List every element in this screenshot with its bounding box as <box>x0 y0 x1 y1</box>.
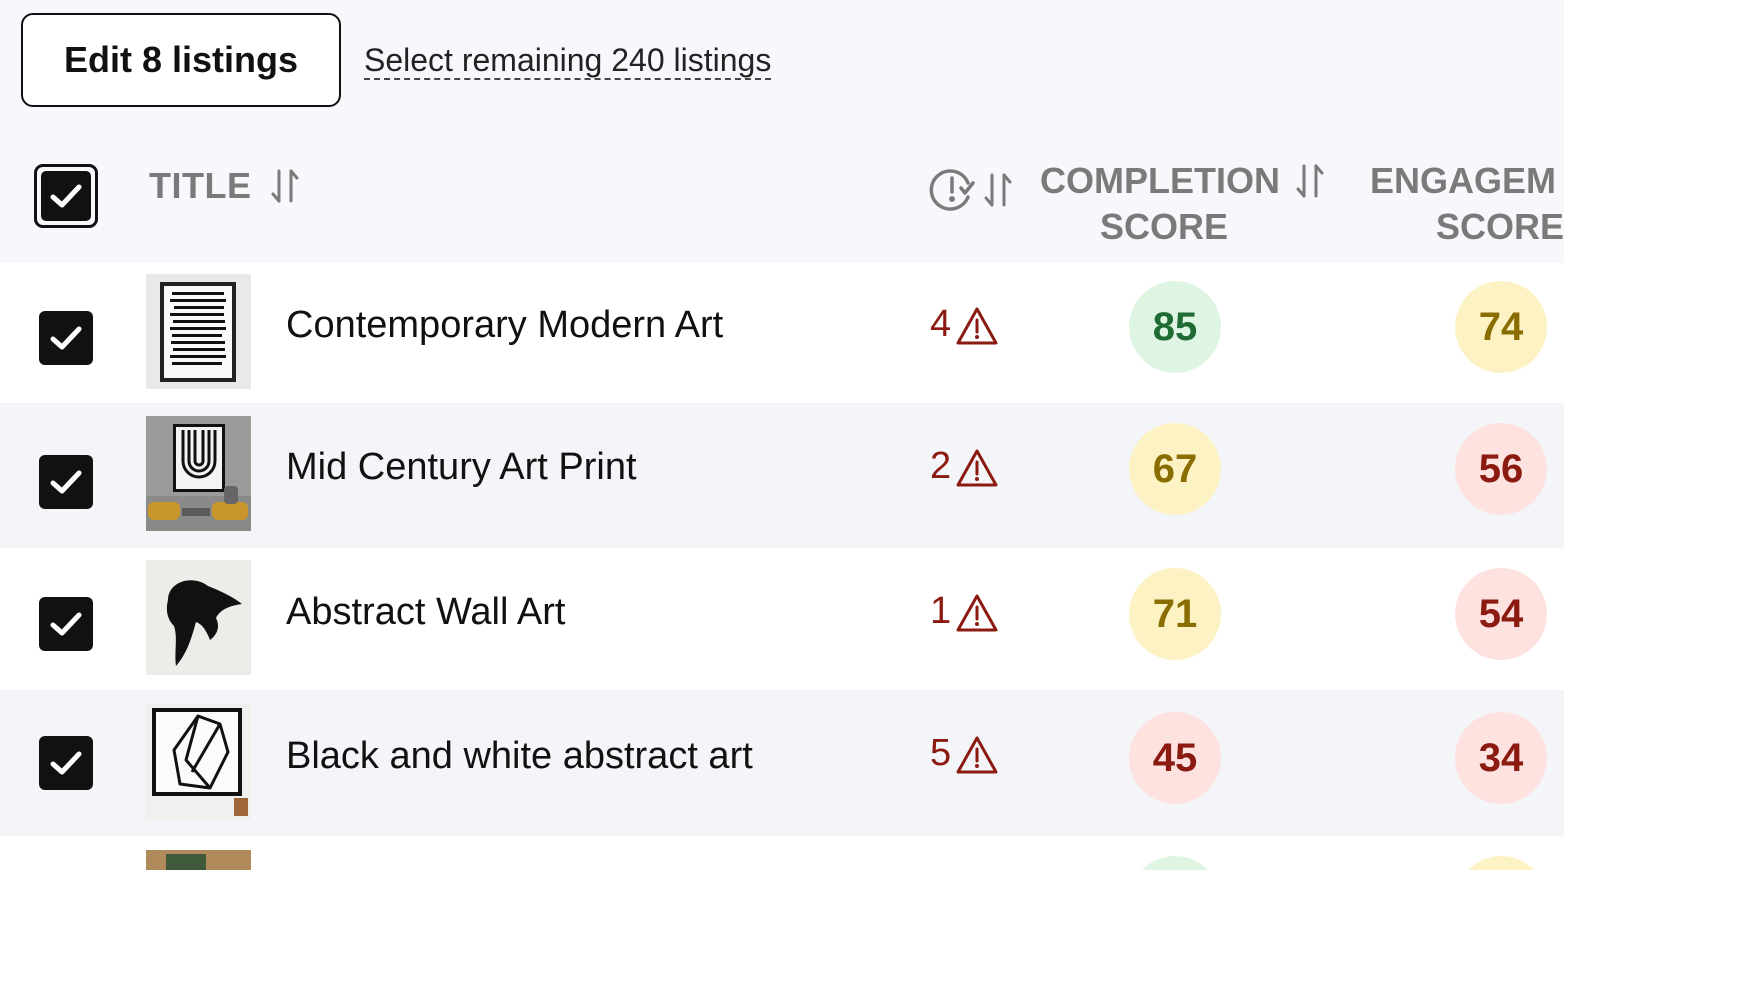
warning-triangle-icon <box>956 594 998 632</box>
completion-score: 67 <box>1129 423 1221 515</box>
row-checkbox[interactable] <box>39 597 93 651</box>
listing-thumbnail[interactable] <box>146 850 251 870</box>
listing-thumbnail[interactable] <box>146 416 251 531</box>
check-icon <box>50 184 82 208</box>
artwork-image <box>146 850 251 870</box>
check-icon <box>50 470 82 494</box>
listing-title[interactable]: Contemporary Modern Art <box>286 304 723 347</box>
engagement-score <box>1455 856 1547 870</box>
column-header-issues[interactable] <box>928 166 1012 214</box>
column-header-engagement[interactable]: ENGAGEM SCORE <box>1370 158 1564 250</box>
listing-thumbnail[interactable] <box>146 560 251 675</box>
table-row[interactable]: Black and white abstract art 5 45 34 <box>0 690 1564 836</box>
clock-check-icon <box>929 169 975 211</box>
row-checkbox[interactable] <box>39 736 93 790</box>
warning-triangle-icon <box>956 449 998 487</box>
warning-triangle-icon <box>956 307 998 345</box>
issues-count-value: 2 <box>930 445 952 487</box>
sort-icon[interactable] <box>984 171 1012 209</box>
engagement-score: 54 <box>1455 568 1547 660</box>
edit-listings-button[interactable]: Edit 8 listings <box>21 13 341 107</box>
warning-triangle-icon <box>956 736 998 774</box>
listing-title[interactable]: Mid Century Art Print <box>286 446 637 489</box>
listing-thumbnail[interactable] <box>146 274 251 389</box>
listings-panel: Edit 8 listings Select remaining 240 lis… <box>0 0 1564 870</box>
issues-count-value: 4 <box>930 303 952 345</box>
completion-header-label-2: SCORE <box>1100 206 1229 247</box>
artwork-image <box>146 560 251 675</box>
engagement-header-label: ENGAGEM <box>1370 160 1557 201</box>
column-header-title[interactable]: TITLE <box>149 165 299 207</box>
listing-thumbnail[interactable] <box>146 704 251 819</box>
completion-score <box>1129 856 1221 870</box>
completion-score: 45 <box>1129 712 1221 804</box>
issues-count[interactable]: 4 <box>930 303 999 346</box>
listing-title[interactable]: Black and white abstract art <box>286 735 753 778</box>
engagement-score: 56 <box>1455 423 1547 515</box>
select-all-checkbox[interactable] <box>34 164 98 228</box>
table-row[interactable]: Abstract Wall Art 1 71 54 <box>0 548 1564 690</box>
listing-title[interactable]: Abstract Wall Art <box>286 591 565 634</box>
row-checkbox[interactable] <box>39 311 93 365</box>
check-icon <box>50 612 82 636</box>
sort-icon[interactable] <box>271 167 299 205</box>
issues-count-value: 5 <box>930 732 952 774</box>
column-header-completion[interactable]: COMPLETION SCORE <box>1040 158 1340 250</box>
check-icon <box>50 326 82 350</box>
table-row[interactable] <box>0 836 1564 870</box>
check-icon <box>50 751 82 775</box>
issues-count[interactable]: 2 <box>930 445 999 488</box>
artwork-image <box>146 704 251 819</box>
issues-count-value: 1 <box>930 590 952 632</box>
artwork-image <box>146 274 251 389</box>
completion-score: 71 <box>1129 568 1221 660</box>
engagement-score: 74 <box>1455 281 1547 373</box>
engagement-header-label-2: SCORE <box>1436 206 1564 247</box>
table-row[interactable]: Contemporary Modern Art 4 85 74 <box>0 263 1564 403</box>
select-remaining-link[interactable]: Select remaining 240 listings <box>364 42 772 80</box>
sort-icon[interactable] <box>1296 162 1324 200</box>
table-row[interactable]: Mid Century Art Print 2 67 56 <box>0 403 1564 548</box>
artwork-image <box>146 416 251 531</box>
issues-count[interactable]: 1 <box>930 590 999 633</box>
completion-header-label: COMPLETION <box>1040 160 1280 201</box>
row-checkbox[interactable] <box>39 455 93 509</box>
engagement-score: 34 <box>1455 712 1547 804</box>
issues-count[interactable]: 5 <box>930 732 999 775</box>
column-title-label: TITLE <box>149 165 252 206</box>
completion-score: 85 <box>1129 281 1221 373</box>
